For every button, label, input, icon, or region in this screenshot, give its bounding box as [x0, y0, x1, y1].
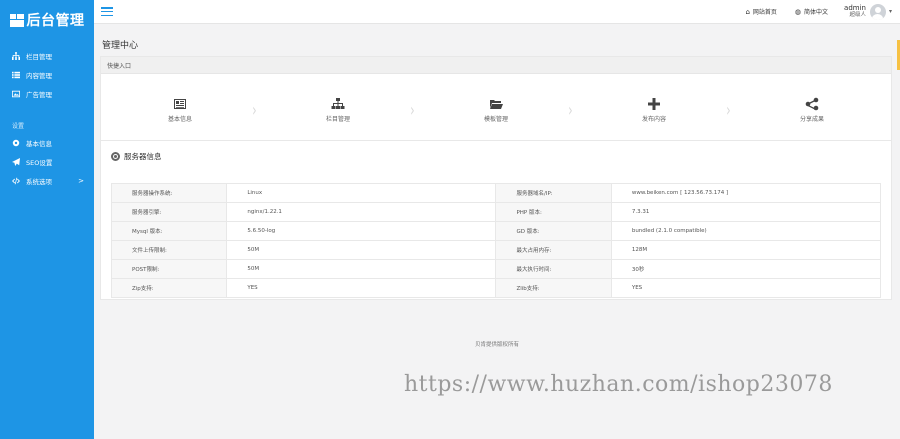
- table-row: Zip支持: YES Zlib支持: YES: [110, 278, 882, 298]
- info-key: Zlib支持:: [495, 278, 612, 298]
- newspaper-icon: [173, 97, 187, 111]
- info-key: Zip支持:: [110, 278, 228, 298]
- quick-item-basic-info[interactable]: 基本信息 ›: [101, 74, 259, 146]
- info-value: Linux: [226, 183, 497, 203]
- table-row: 文件上传限制: 50M 最大占用内存: 128M: [110, 240, 882, 260]
- quick-item-share[interactable]: 分享成果: [733, 74, 891, 146]
- main-content: 管理中心 快捷入口 基本信息 › 栏目管理 › 模板管理 › 发布内容 › 分享…: [94, 24, 900, 439]
- info-key: 服务器操作系统:: [110, 183, 228, 203]
- logo-text: 后台管理: [26, 13, 85, 29]
- quick-item-label: 基本信息: [167, 116, 192, 123]
- sidebar-item-system[interactable]: 系统选项 >: [0, 171, 94, 190]
- table-row: Mysql 版本: 5.6.50-log GD 版本: bundled (2.1.0 …: [110, 221, 882, 241]
- server-info-title: 服务器信息: [124, 151, 162, 161]
- chevron-right-icon: >: [78, 176, 84, 185]
- sidebar-item-seo[interactable]: SEO设置: [0, 152, 94, 171]
- logo-icon: [9, 13, 24, 27]
- watermark-url: https://www.huzhan.com/ishop23078: [404, 372, 833, 397]
- sidebar-item-label: SEO设置: [26, 158, 53, 167]
- sidebar-item-label: 栏目管理: [26, 52, 52, 61]
- chevron-down-icon: ▾: [888, 8, 892, 15]
- info-key: 服务器域名/IP:: [495, 183, 612, 203]
- plus-icon: [647, 97, 661, 111]
- sidebar-item-column[interactable]: 栏目管理: [0, 46, 94, 65]
- folder-open-icon: [489, 97, 503, 111]
- info-key: GD 版本:: [495, 221, 612, 241]
- info-value: 50M: [226, 240, 497, 260]
- table-row: POST限制: 50M 最大执行时间: 30秒: [110, 259, 882, 279]
- quick-entry-header: 快捷入口: [101, 57, 891, 74]
- home-icon: ⌂: [745, 7, 750, 16]
- sidebar-item-content[interactable]: 内容管理: [0, 65, 94, 84]
- quick-entry-row: 基本信息 › 栏目管理 › 模板管理 › 发布内容 › 分享成果: [101, 74, 891, 146]
- sitemap-icon: [12, 51, 20, 60]
- info-key: 最大占用内存:: [495, 240, 612, 260]
- list-icon: [12, 71, 20, 79]
- info-value: 5.6.50-log: [226, 221, 497, 241]
- language-label: 简体中文: [804, 9, 829, 16]
- image-icon: [12, 90, 20, 98]
- globe-icon: ◍: [794, 7, 802, 16]
- server-info-table: 服务器操作系统: Linux 服务器域名/IP: www.beiken.com [ 1…: [110, 183, 882, 298]
- quick-item-label: 栏目管理: [325, 116, 350, 123]
- quick-item-column[interactable]: 栏目管理 ›: [259, 74, 417, 146]
- sidebar-item-label: 内容管理: [26, 71, 52, 80]
- user-name: admin: [844, 3, 866, 12]
- info-key: 服务器引擎:: [110, 202, 228, 222]
- sidebar-item-ads[interactable]: 广告管理: [0, 84, 94, 103]
- paper-plane-icon: [12, 157, 20, 166]
- user-info: admin 超级人: [844, 3, 866, 19]
- user-role: 超级人: [849, 11, 866, 18]
- footer-copyright: 贝肯提供版权所有: [474, 342, 519, 348]
- table-row: 服务器操作系统: Linux 服务器域名/IP: www.beiken.com [ 1…: [110, 183, 882, 203]
- site-home-link[interactable]: ⌂ 网站首页: [745, 7, 777, 17]
- gear-icon: [111, 151, 120, 161]
- language-switch[interactable]: ◍ 简体中文: [794, 7, 829, 17]
- share-icon: [805, 97, 819, 111]
- info-value: nginx/1.22.1: [226, 202, 497, 222]
- quick-item-label: 模板管理: [483, 116, 508, 123]
- info-key: Mysql 版本:: [110, 221, 228, 241]
- sidebar-nav: 栏目管理 内容管理 广告管理: [0, 46, 94, 103]
- info-value: www.beiken.com [ 123.56.73.174 ]: [610, 183, 882, 203]
- topbar: ⌂ 网站首页 ◍ 简体中文 admin 超级人 ▾: [94, 0, 900, 24]
- info-value: 128M: [610, 240, 882, 260]
- info-key: PHP 版本:: [495, 202, 612, 222]
- avatar: [869, 3, 886, 20]
- sidebar-group-title: 设置: [12, 123, 25, 130]
- info-key: 最大执行时间:: [495, 259, 612, 279]
- sidebar-item-label: 系统选项: [26, 177, 52, 186]
- sidebar-item-basic-info[interactable]: 基本信息: [0, 133, 94, 152]
- info-value: 30秒: [610, 259, 882, 279]
- info-value: 7.3.31: [610, 202, 882, 222]
- info-value: YES: [610, 278, 882, 298]
- quick-item-label: 分享成果: [799, 116, 824, 123]
- sitemap-icon: [331, 97, 345, 111]
- user-menu[interactable]: admin 超级人 ▾: [844, 3, 892, 20]
- quick-item-template[interactable]: 模板管理 ›: [417, 74, 575, 146]
- quick-item-publish[interactable]: 发布内容 ›: [575, 74, 733, 146]
- sidebar-item-label: 广告管理: [26, 90, 52, 99]
- site-home-label: 网站首页: [752, 9, 777, 16]
- table-row: 服务器引擎: nginx/1.22.1 PHP 版本: 7.3.31: [110, 202, 882, 222]
- quick-item-label: 发布内容: [641, 116, 666, 123]
- info-key: POST限制:: [110, 259, 228, 279]
- page-title: 管理中心: [102, 41, 139, 51]
- info-value: bundled (2.1.0 compatible): [610, 221, 882, 241]
- sidebar: 后台管理 栏目管理 内容管理 广告管理 设置 基本信息 SEO设置 系统选项 >: [0, 0, 94, 439]
- menu-toggle-icon[interactable]: [101, 7, 113, 16]
- info-value: YES: [226, 278, 497, 298]
- info-key: 文件上传限制:: [110, 240, 228, 260]
- server-info-header: 服务器信息: [101, 141, 891, 171]
- gear-icon: [12, 139, 20, 147]
- server-info-panel: 服务器信息 服务器操作系统: Linux 服务器域名/IP: www.beiken.c…: [100, 140, 892, 300]
- info-value: 50M: [226, 259, 497, 279]
- app-logo[interactable]: 后台管理: [0, 0, 94, 40]
- sidebar-settings-nav: 基本信息 SEO设置 系统选项 >: [0, 133, 94, 190]
- quick-entry-panel: 快捷入口 基本信息 › 栏目管理 › 模板管理 › 发布内容 › 分享成果: [100, 56, 892, 146]
- code-icon: [12, 177, 20, 185]
- sidebar-item-label: 基本信息: [26, 139, 52, 148]
- topbar-actions: ⌂ 网站首页 ◍ 简体中文 admin 超级人 ▾: [727, 0, 900, 24]
